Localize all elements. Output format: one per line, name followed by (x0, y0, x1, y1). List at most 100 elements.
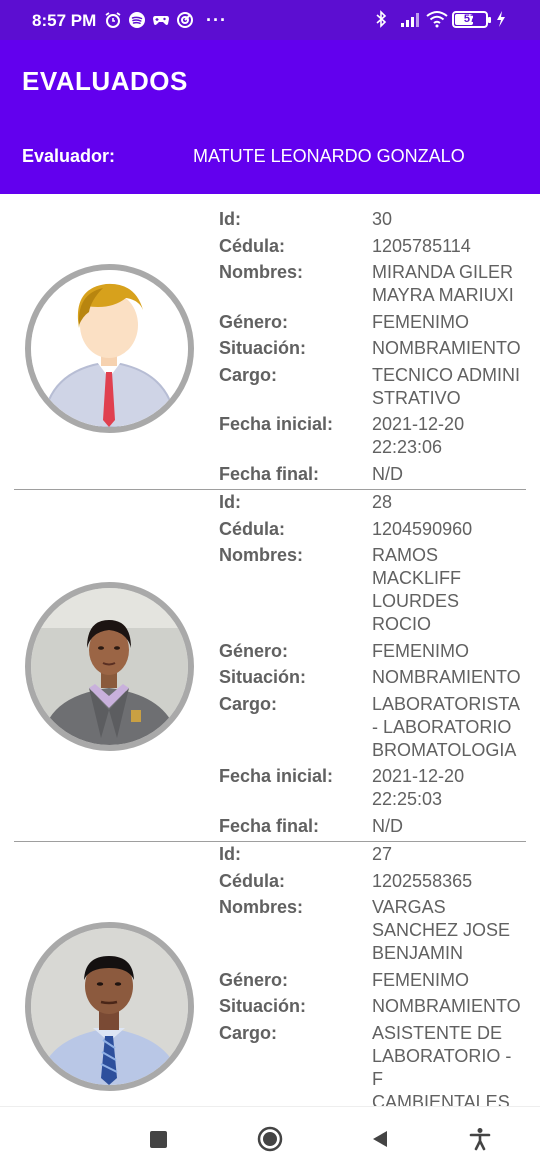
genero-value: FEMENIMO (372, 311, 469, 332)
situacion-value: NOMBRAMIENTO (372, 996, 521, 1016)
status-right-icons: 57 (374, 10, 514, 28)
fecha-inicial-value: 2021-12-20 22:23:06 (372, 414, 465, 457)
id-value: 28 (372, 492, 393, 512)
id-label: Id: (219, 209, 241, 229)
man-photo-avatar (25, 922, 194, 1091)
field-row-cargo: Cargo: LABORATORISTA - LABORATORIO BROMAT… (219, 693, 527, 762)
game-icon (152, 11, 170, 29)
situacion-label: Situación: (219, 338, 307, 358)
field-row-cargo: Cargo: TECNICO ADMINI STRATIVO (219, 364, 540, 410)
fecha-inicial-value: 2021-12-20 22:25:03 (372, 766, 465, 809)
battery-level: 57 (463, 13, 477, 25)
field-row-situacion: Situación: NOMBRAMIENTO (219, 666, 527, 689)
field-row-genero: Género: FEMENIMO (219, 311, 540, 334)
triangle-back-icon (373, 1131, 387, 1147)
circle-icon (257, 1126, 283, 1152)
cargo-value: ASISTENTE DE LABORATORIO -F CAMBIENTALES (372, 1022, 512, 1107)
field-row-cargo: Cargo: ASISTENTE DE LABORATORIO -F CAMBIE… (219, 1022, 527, 1107)
cargo-label: Cargo: (219, 693, 277, 714)
evaluados-list[interactable]: Id: 30 Cédula: 1205785114 Nombres: MIRANDA … (0, 194, 540, 1106)
list-item[interactable]: Id: 30 Cédula: 1205785114 Nombres: MIRANDA … (0, 194, 540, 489)
more-icon: ··· (206, 10, 227, 30)
fecha-final-label: Fecha final: (219, 463, 320, 484)
field-row-id: Id: 28 (219, 491, 527, 514)
alarm-icon (104, 11, 122, 29)
field-row-situacion: Situación: NOMBRAMIENTO (219, 337, 540, 360)
field-row-genero: Género: FEMENIMO (219, 969, 527, 992)
nombres-label: Nombres: (219, 545, 304, 565)
cedula-label: Cédula: (219, 235, 286, 256)
avatar-column (0, 491, 219, 841)
evaluador-value: MATUTE LEONARDO GONZALO (193, 146, 465, 166)
field-row-cedula: Cédula: 1205785114 (219, 235, 540, 258)
id-label: Id: (219, 844, 241, 864)
field-row-genero: Género: FEMENIMO (219, 640, 527, 663)
genero-label: Género: (219, 311, 289, 332)
field-row-nombres: Nombres: MIRANDA GILER MAYRA MARIUXI (219, 261, 540, 307)
avatar-column (0, 843, 219, 1106)
fecha-final-value: N/D (372, 815, 403, 836)
fields: Id: 30 Cédula: 1205785114 Nombres: MIRANDA … (219, 208, 540, 489)
id-label: Id: (219, 492, 241, 512)
cedula-label: Cédula: (219, 518, 286, 539)
field-row-fecha-inicial: Fecha inicial: 2021-12-20 22:23:06 (219, 413, 540, 459)
navigation-bar (0, 1106, 540, 1170)
list-item[interactable]: Id: 28 Cédula: 1204590960 Nombres: RAMOS MA… (14, 489, 526, 841)
situacion-value: NOMBRAMIENTO (372, 338, 521, 358)
field-row-id: Id: 30 (219, 208, 540, 231)
wifi-icon (426, 10, 448, 28)
fecha-final-value: N/D (372, 463, 403, 484)
fecha-inicial-label: Fecha inicial: (219, 414, 334, 434)
list-item[interactable]: Id: 27 Cédula: 1202558365 Nombres: VARGAS S… (14, 841, 526, 1106)
signal-icon (400, 10, 419, 28)
situacion-value: NOMBRAMIENTO (372, 667, 521, 687)
situacion-label: Situación: (219, 667, 307, 687)
field-row-id: Id: 27 (219, 843, 527, 866)
genero-label: Género: (219, 640, 289, 661)
id-value: 30 (372, 209, 393, 229)
vpn-icon (176, 11, 194, 29)
nombres-label: Nombres: (219, 897, 304, 917)
home-button[interactable] (256, 1125, 284, 1153)
fields: Id: 27 Cédula: 1202558365 Nombres: VARGAS S… (219, 843, 527, 1106)
genero-value: FEMENIMO (372, 969, 469, 990)
battery-icon: 57 (452, 10, 491, 28)
status-bar: 8:57 PM ··· 57 (0, 0, 540, 40)
cedula-value: 1202558365 (372, 870, 473, 891)
cargo-label: Cargo: (219, 1022, 277, 1043)
status-left-icons: ··· (104, 11, 227, 29)
evaluador-label: Evaluador: (22, 146, 116, 166)
field-row-cedula: Cédula: 1204590960 (219, 518, 527, 541)
woman-photo-avatar (25, 581, 194, 751)
fields: Id: 28 Cédula: 1204590960 Nombres: RAMOS MA… (219, 491, 527, 841)
square-icon (149, 1130, 167, 1148)
genero-label: Género: (219, 969, 289, 990)
recents-button[interactable] (144, 1125, 172, 1153)
cedula-value: 1204590960 (372, 518, 473, 539)
page-title: EVALUADOS (22, 66, 188, 96)
cargo-value: LABORATORISTA - LABORATORIO BROMATOLOGIA (372, 693, 521, 760)
back-button[interactable] (366, 1125, 394, 1153)
cedula-value: 1205785114 (372, 235, 471, 256)
cargo-value: TECNICO ADMINI STRATIVO (372, 364, 521, 408)
cedula-label: Cédula: (219, 870, 286, 891)
field-row-fecha-inicial: Fecha inicial: 2021-12-20 22:25:03 (219, 765, 527, 811)
nombres-label: Nombres: (219, 262, 304, 282)
cargo-label: Cargo: (219, 364, 277, 385)
id-value: 27 (372, 844, 393, 864)
field-row-cedula: Cédula: 1202558365 (219, 870, 527, 893)
charging-icon (496, 10, 514, 28)
nombres-value: RAMOS MACKLIFF LOURDES ROCIO (372, 545, 462, 634)
genero-value: FEMENIMO (372, 640, 469, 661)
field-row-situacion: Situación: NOMBRAMIENTO (219, 995, 527, 1018)
fecha-final-label: Fecha final: (219, 815, 320, 836)
fecha-inicial-label: Fecha inicial: (219, 766, 334, 786)
spotify-icon (128, 11, 146, 29)
nombres-value: VARGAS SANCHEZ JOSE BENJAMIN (372, 897, 511, 963)
field-row-fecha-final: Fecha final: N/D (219, 815, 527, 838)
accessibility-button[interactable] (466, 1125, 494, 1153)
field-row-nombres: Nombres: VARGAS SANCHEZ JOSE BENJAMIN (219, 896, 527, 965)
accessibility-icon (469, 1128, 491, 1151)
bluetooth-icon (374, 10, 392, 28)
field-row-fecha-final: Fecha final: N/D (219, 463, 540, 486)
